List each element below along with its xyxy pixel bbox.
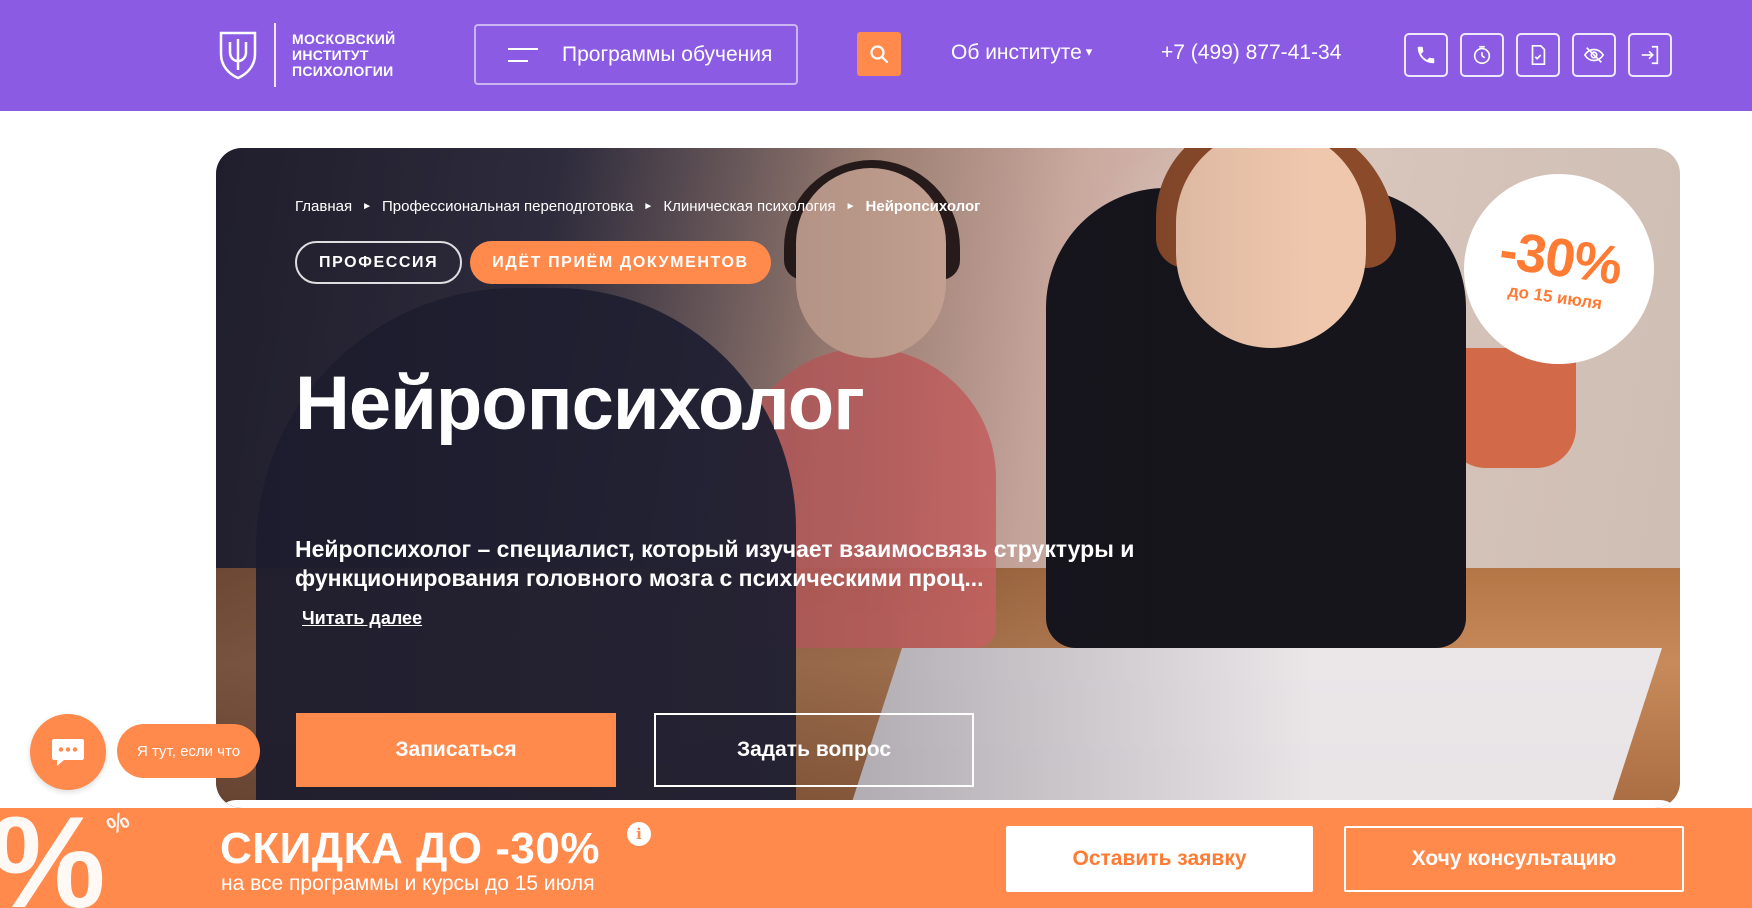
breadcrumb-separator-icon: ► [643,201,654,212]
menu-icon [508,47,538,62]
chat-prompt[interactable]: Я тут, если что [117,724,261,778]
site-header: МОСКОВСКИЙ ИНСТИТУТ ПСИХОЛОГИИ Программы… [0,0,1752,111]
promo-subtitle: на все программы и курсы до 15 июля [221,872,595,895]
accessibility-button[interactable] [1572,33,1616,77]
logo[interactable]: МОСКОВСКИЙ ИНСТИТУТ ПСИХОЛОГИИ [216,23,395,87]
about-label: Об институте [951,41,1082,64]
breadcrumb-separator-icon: ► [845,201,856,212]
chat-button[interactable] [30,714,106,790]
logo-line-2: ИНСТИТУТ [292,47,369,63]
breadcrumb-clinical-psychology[interactable]: Клиническая психология [663,198,835,215]
programs-menu-button[interactable]: Программы обучения [474,24,798,85]
login-button[interactable] [1628,33,1672,77]
hero-banner: Главная ► Профессиональная переподготовк… [216,148,1680,808]
breadcrumb: Главная ► Профессиональная переподготовк… [295,198,980,215]
enroll-button[interactable]: Записаться [296,713,616,787]
breadcrumb-separator-icon: ► [362,201,372,212]
logo-divider [274,23,276,87]
phone-link[interactable]: +7 (499) 877-41-34 [1161,41,1341,65]
logo-text: МОСКОВСКИЙ ИНСТИТУТ ПСИХОЛОГИИ [292,31,395,79]
psi-shield-icon [216,29,260,81]
login-icon [1641,45,1659,65]
logo-line-3: ПСИХОЛОГИИ [292,63,394,79]
percent-icon: % [0,808,106,908]
eye-off-icon [1583,47,1605,63]
timer-icon [1473,45,1491,65]
search-icon [870,45,889,64]
phone-icon [1417,46,1435,64]
admission-status-badge: ИДЁТ ПРИЁМ ДОКУМЕНТОВ [470,241,771,284]
logo-line-1: МОСКОВСКИЙ [292,31,396,47]
breadcrumb-current: Нейропсихолог [865,198,981,215]
phone-button[interactable] [1404,33,1448,77]
breadcrumb-home[interactable]: Главная [295,198,352,215]
profession-tag: ПРОФЕССИЯ [295,241,463,284]
hero-bottom-edge [216,800,1680,808]
chevron-down-icon: ▾ [1085,44,1093,59]
programs-label: Программы обучения [562,42,773,66]
timer-button[interactable] [1460,33,1504,77]
consultation-button[interactable]: Хочу консультацию [1344,826,1684,892]
breadcrumb-retraining[interactable]: Профессиональная переподготовка [382,198,633,215]
promo-title: СКИДКА ДО -30% [220,824,600,873]
about-institute-dropdown[interactable]: Об институте ▾ [951,41,1092,65]
search-button[interactable] [857,32,901,76]
promo-bar: % % СКИДКА ДО -30% i на все программы и … [0,808,1752,908]
page-title: Нейропсихолог [295,361,865,446]
program-tags: ПРОФЕССИЯ ИДЁТ ПРИЁМ ДОКУМЕНТОВ [295,241,771,284]
chat-icon [52,739,84,766]
read-more-link[interactable]: Читать далее [302,608,422,629]
leave-request-button[interactable]: Оставить заявку [1006,826,1313,892]
document-button[interactable] [1516,33,1560,77]
header-icon-group [1404,33,1684,77]
percent-small-icon: % [102,808,135,841]
program-description: Нейропсихолог – специалист, который изуч… [295,536,1135,591]
ask-question-button[interactable]: Задать вопрос [654,713,974,787]
info-icon[interactable]: i [627,822,651,846]
document-icon [1531,45,1546,65]
